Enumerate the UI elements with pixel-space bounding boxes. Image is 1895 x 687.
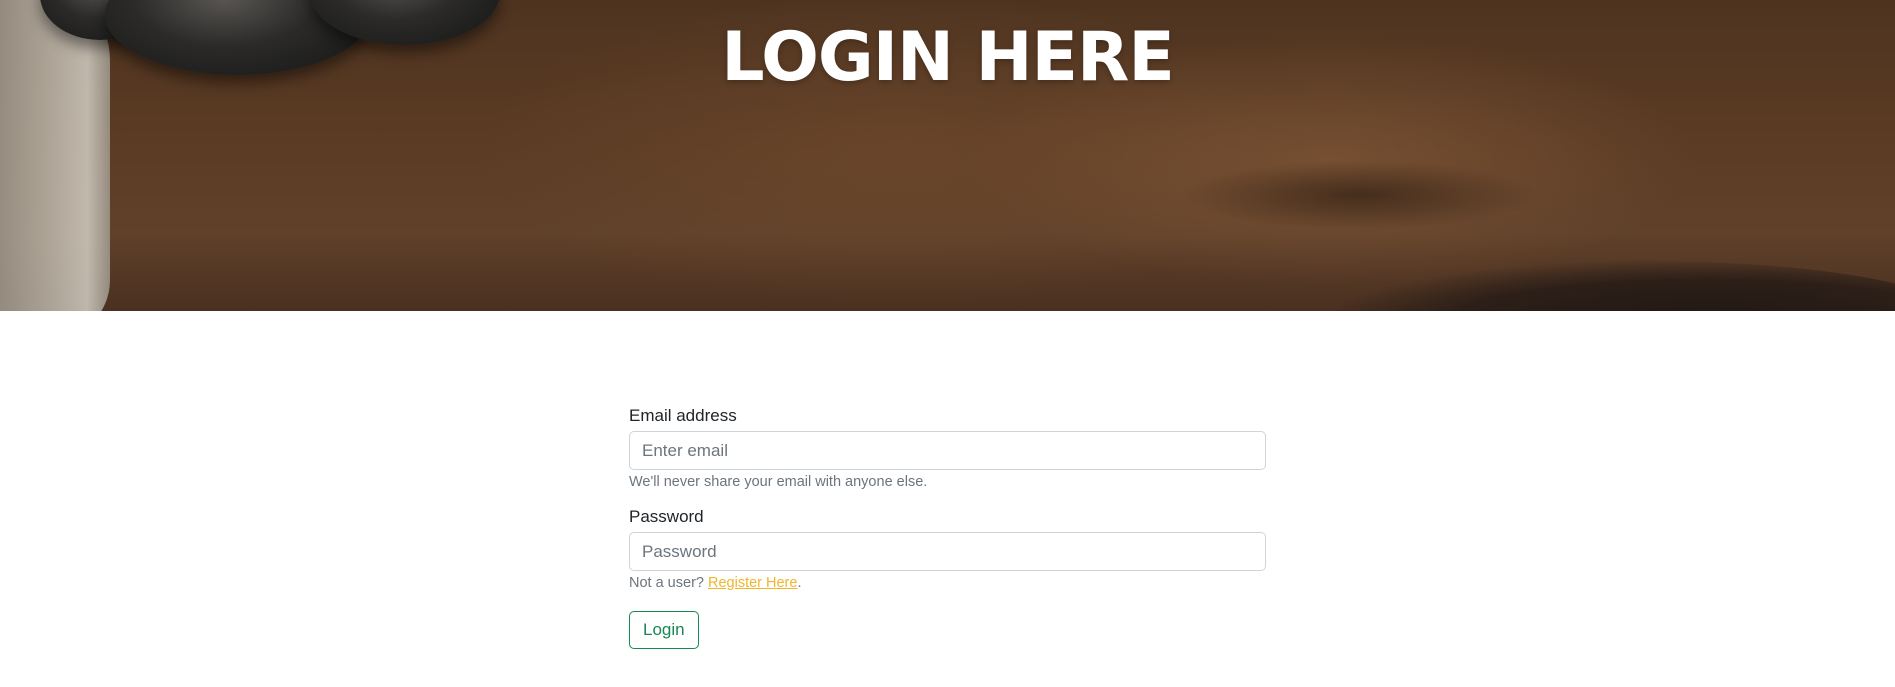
email-help-text: We'll never share your email with anyone… (629, 474, 928, 490)
background-photo-detail (1335, 261, 1895, 311)
password-label: Password (629, 507, 704, 526)
password-field[interactable] (629, 532, 1266, 571)
register-prompt-text: Not a user? (629, 575, 708, 591)
email-group: Email address We'll never share your ema… (629, 406, 1266, 490)
login-form: Email address We'll never share your ema… (629, 406, 1266, 649)
password-group: Password Not a user? Register Here. (629, 507, 1266, 591)
page-title: LOGIN HERE (721, 18, 1175, 97)
register-link[interactable]: Register Here (708, 575, 797, 591)
background-photo-detail (1180, 160, 1540, 230)
hero-banner: LOGIN HERE (0, 0, 1895, 311)
register-prompt-suffix: . (797, 575, 802, 591)
email-field[interactable] (629, 431, 1266, 470)
register-prompt: Not a user? Register Here. (629, 575, 1266, 591)
login-button[interactable]: Login (629, 611, 699, 649)
email-label: Email address (629, 406, 737, 425)
